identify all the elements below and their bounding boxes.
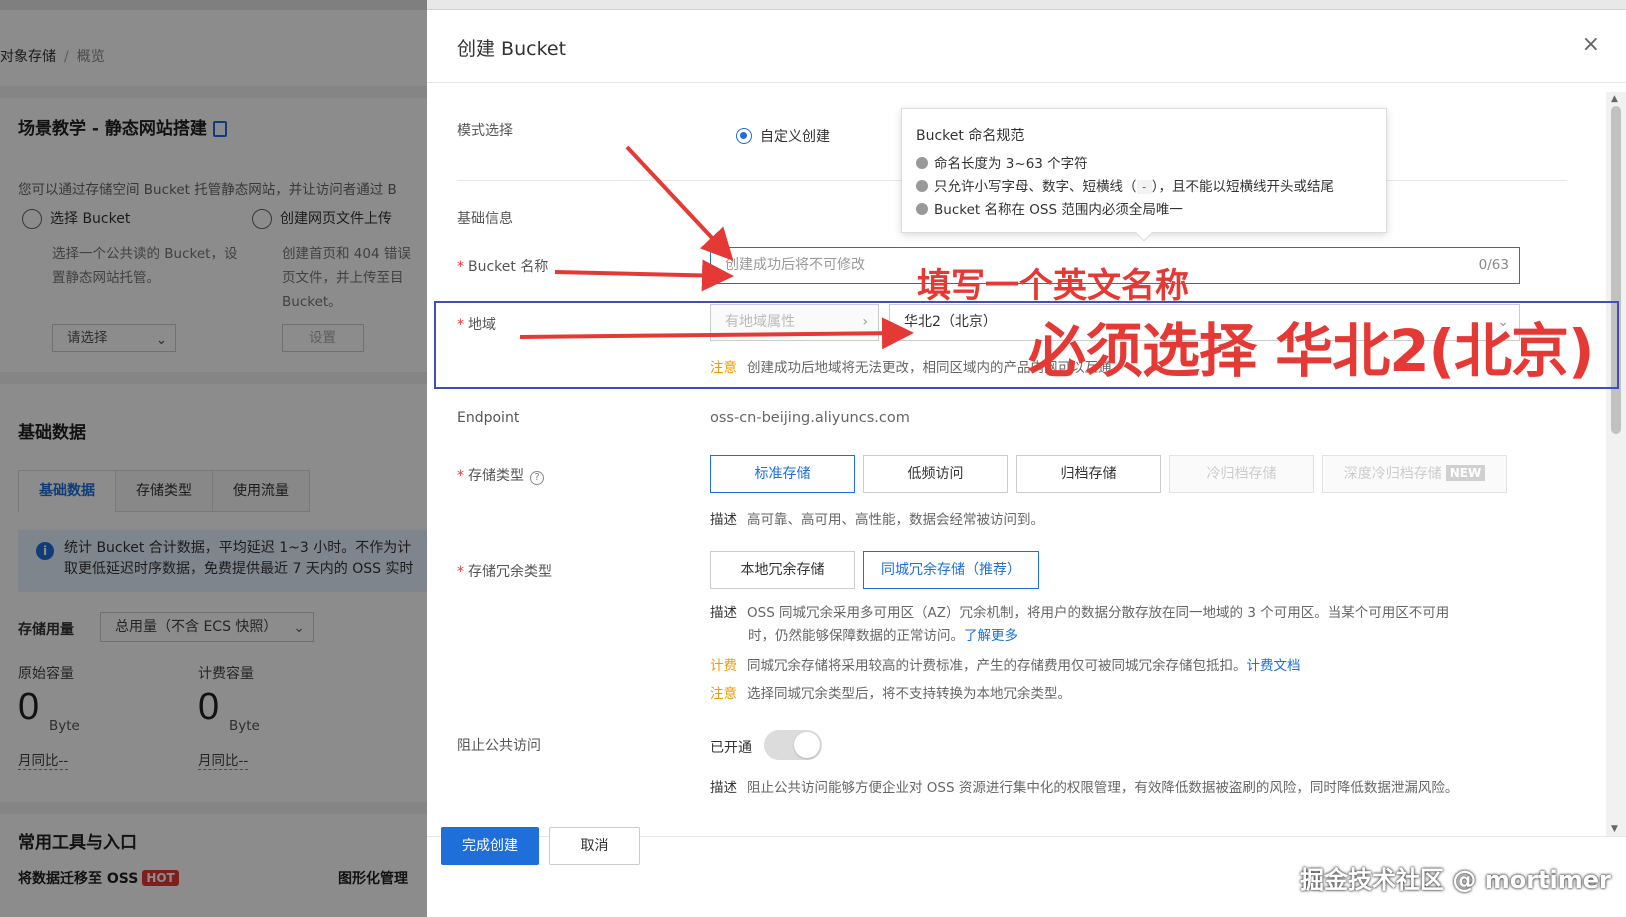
modal-overlay[interactable] [0,0,427,917]
drawer-title: 创建 Bucket [457,38,567,60]
region-label: * 地域 [457,317,496,333]
chevron-right-icon: › [862,314,868,330]
block-public-desc: 描述 阻止公共访问能够方便企业对 OSS 资源进行集中化的权限管理，有效降低数据被… [710,780,1459,796]
bucket-name-input[interactable]: 创建成功后将不可修改 0/63 [710,247,1520,284]
watermark: 掘金技术社区 @ mortimer [1300,866,1611,894]
learn-more-link[interactable]: 了解更多 [964,628,1018,644]
basic-info-heading: 基础信息 [457,211,513,227]
block-public-state: 已开通 [710,740,752,756]
close-icon[interactable]: × [1582,32,1600,57]
radio-checked-icon [736,128,752,144]
block-public-label: 阻止公共访问 [457,738,541,754]
endpoint-value: oss-cn-beijing.aliyuncs.com [710,410,910,426]
storage-deep-cold-archive-option[interactable]: 深度冷归档存储 NEW [1322,455,1507,493]
scrollbar[interactable]: ▲ ▼ [1606,92,1626,836]
rule-unique: Bucket 名称在 OSS 范围内必须全局唯一 [916,199,1372,222]
char-counter: 0/63 [1478,257,1509,273]
block-public-toggle[interactable] [764,730,822,760]
endpoint-label: Endpoint [457,410,520,426]
confirm-create-button[interactable]: 完成创建 [441,827,539,865]
billing-doc-link[interactable]: 计费文档 [1247,658,1301,674]
redundancy-billing: 计费 同城冗余存储将采用较高的计费标准，产生的存储费用仅可被同城冗余存储包抵扣。计… [710,658,1301,674]
help-icon[interactable]: ? [530,471,544,485]
new-badge: NEW [1445,465,1486,481]
storage-class-desc: 描述 高可靠、高可用、高性能，数据会经常被访问到。 [710,512,1044,528]
rule-chars: 只允许小写字母、数字、短横线（ - ），且不能以短横线开头或结尾 [916,176,1372,199]
cancel-button[interactable]: 取消 [549,827,640,865]
region-attribute-select[interactable]: 有地域属性 › [710,304,879,341]
redundancy-lrs-option[interactable]: 本地冗余存储 [710,551,855,589]
mode-label: 模式选择 [457,123,513,139]
bullet-icon [916,180,928,192]
region-select[interactable]: 华北2（北京） ⌄ [889,304,1520,341]
storage-cold-archive-option[interactable]: 冷归档存储 [1169,455,1314,493]
bullet-icon [916,157,928,169]
storage-ia-option[interactable]: 低频访问 [863,455,1008,493]
redundancy-label: * 存储冗余类型 [457,564,552,580]
storage-standard-option[interactable]: 标准存储 [710,455,855,493]
tooltip-title: Bucket 命名规范 [916,128,1025,144]
rule-length: 命名长度为 3~63 个字符 [916,153,1372,176]
storage-class-label: * 存储类型? [457,465,544,485]
bullet-icon [916,203,928,215]
custom-create-radio[interactable]: 自定义创建 [736,126,830,146]
storage-archive-option[interactable]: 归档存储 [1016,455,1161,493]
redundancy-note: 注意 选择同城冗余类型后，将不支持转换为本地冗余类型。 [710,686,1071,702]
chevron-down-icon: ⌄ [1497,314,1509,330]
naming-rules-tooltip: Bucket 命名规范 命名长度为 3~63 个字符 只允许小写字母、数字、短横… [901,108,1387,242]
redundancy-desc: 描述 OSS 同城冗余采用多可用区（AZ）冗余机制，将用户的数据分散存放在同一地域… [710,605,1450,644]
region-note: 注意 创建成功后地域将无法更改，相同区域内的产品内网可以互通。 [710,360,1125,376]
bucket-name-label: * Bucket 名称 [457,259,549,275]
redundancy-zrs-option[interactable]: 同城冗余存储（推荐） [863,551,1039,589]
create-bucket-drawer: 创建 Bucket × ▲ ▼ 模式选择 自定义创建 基础信息 * Bucket … [427,10,1626,917]
